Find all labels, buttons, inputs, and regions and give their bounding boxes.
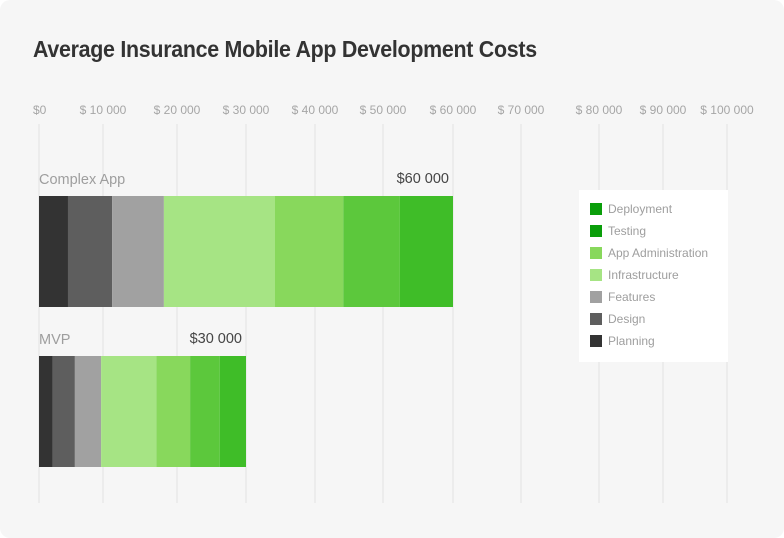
x-tick-label: $ 20 000: [154, 103, 201, 117]
bar-segment-app-administration[interactable]: [274, 196, 344, 307]
legend-label: App Administration: [608, 246, 709, 260]
total-label: $60 000: [397, 171, 449, 187]
legend-item[interactable]: Infrastructure: [590, 268, 679, 282]
total-label: $30 000: [190, 331, 242, 347]
bar-segment-deployment[interactable]: [399, 196, 453, 307]
bar-group-mvp: [39, 356, 246, 467]
bar-segment-design[interactable]: [52, 356, 75, 467]
category-label: Complex App: [39, 172, 125, 188]
bar-segment-deployment[interactable]: [219, 356, 246, 467]
legend-label: Features: [608, 290, 656, 304]
x-tick-label: $ 90 000: [640, 103, 687, 117]
x-tick-label: $ 100 000: [700, 103, 754, 117]
bar-segment-features[interactable]: [74, 356, 102, 467]
legend: Deployment Testing App Administration Infra…: [579, 190, 728, 362]
legend-item[interactable]: Planning: [590, 334, 655, 348]
legend-swatch: [590, 291, 602, 303]
bar-segment-app-administration[interactable]: [156, 356, 191, 467]
x-tick-label: $ 70 000: [498, 103, 545, 117]
x-tick-label: $ 80 000: [576, 103, 623, 117]
x-axis-ticks: $0 $ 10 000 $ 20 000 $ 30 000 $ 40 000 $ 50 0…: [33, 103, 754, 117]
legend-swatch: [590, 313, 602, 325]
legend-label: Deployment: [608, 202, 673, 216]
category-label: MVP: [39, 332, 70, 348]
legend-item[interactable]: Features: [590, 290, 655, 304]
bar-segment-infrastructure[interactable]: [163, 196, 275, 307]
x-tick-label: $ 40 000: [292, 103, 339, 117]
legend-item[interactable]: Design: [590, 312, 645, 326]
bar-segment-testing[interactable]: [190, 356, 220, 467]
bar-group-complex-app: [39, 196, 453, 307]
chart-card: Average Insurance Mobile App Development…: [0, 0, 784, 538]
legend-label: Infrastructure: [608, 268, 679, 282]
legend-item[interactable]: Testing: [590, 224, 646, 238]
legend-swatch: [590, 247, 602, 259]
x-tick-label: $ 50 000: [360, 103, 407, 117]
x-tick-label: $ 60 000: [430, 103, 477, 117]
bar-segment-planning[interactable]: [39, 356, 53, 467]
bar-segment-design[interactable]: [67, 196, 113, 307]
legend-label: Testing: [608, 224, 647, 238]
legend-label: Planning: [608, 334, 655, 348]
legend-swatch: [590, 269, 602, 281]
bar-segment-planning[interactable]: [39, 196, 68, 307]
legend-item[interactable]: Deployment: [590, 202, 672, 216]
legend-swatch: [590, 225, 602, 237]
bar-segment-testing[interactable]: [343, 196, 400, 307]
legend-swatch: [590, 335, 602, 347]
bar-segment-infrastructure[interactable]: [101, 356, 157, 467]
legend-item[interactable]: App Administration: [590, 246, 708, 260]
x-tick-label: $0: [33, 103, 47, 117]
bar-segment-features[interactable]: [112, 196, 164, 307]
legend-swatch: [590, 203, 602, 215]
x-tick-label: $ 30 000: [223, 103, 270, 117]
x-tick-label: $ 10 000: [80, 103, 127, 117]
legend-label: Design: [608, 312, 646, 326]
